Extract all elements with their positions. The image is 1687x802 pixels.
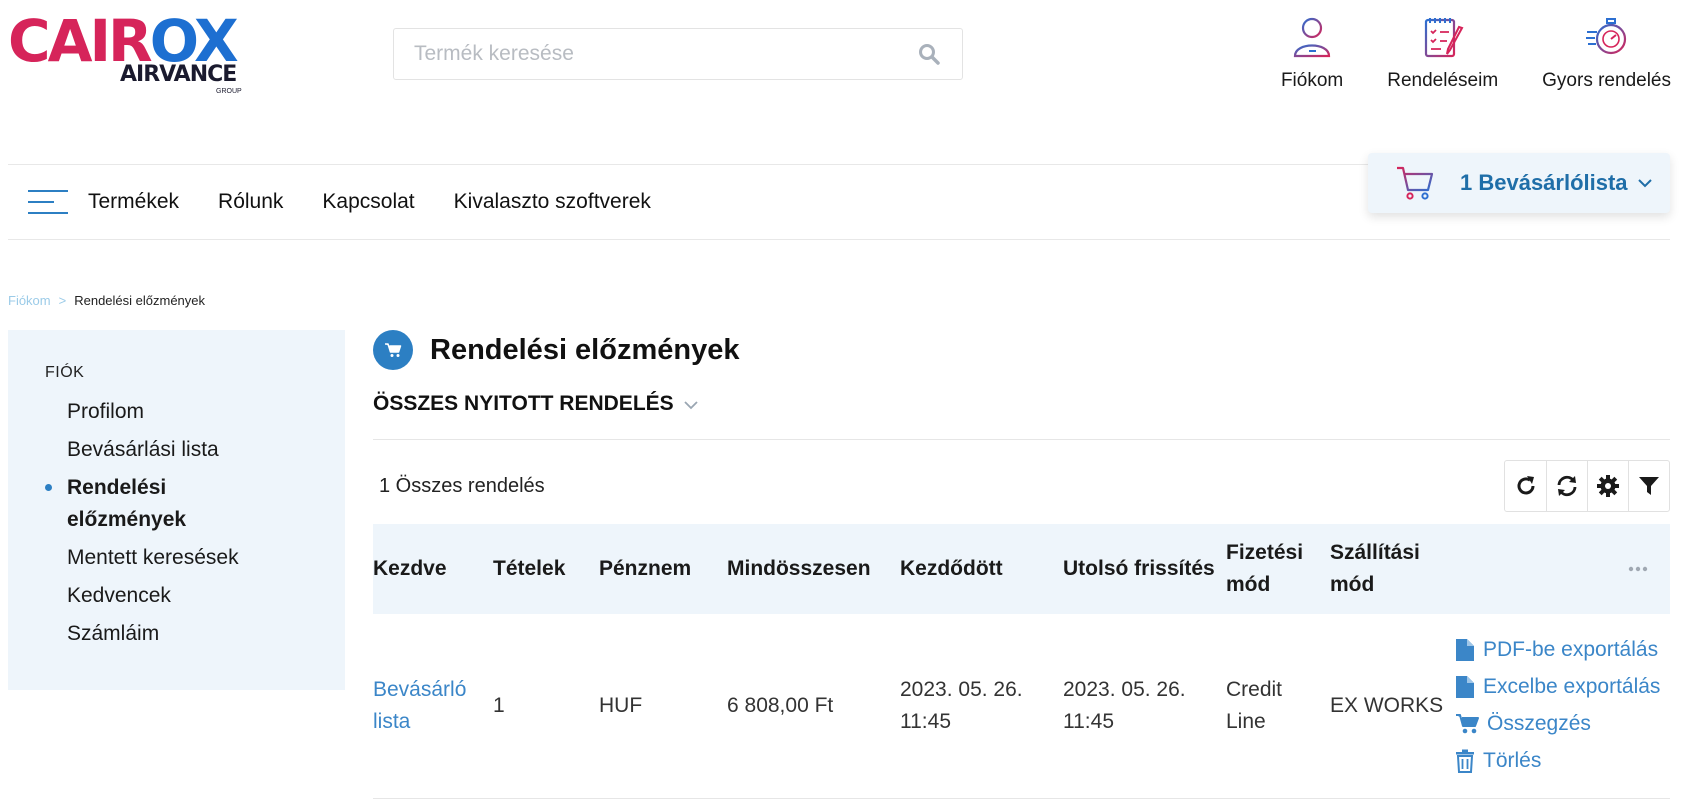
nav-link-contact[interactable]: Kapcsolat	[322, 190, 414, 214]
sidebar-item-saved-searches[interactable]: Mentett keresések	[45, 542, 345, 574]
logo-subtitle: AIRVANCE	[120, 62, 237, 87]
hamburger-icon[interactable]	[28, 190, 68, 214]
breadcrumb: Fiókom > Rendelési előzmények	[8, 293, 205, 308]
export-excel-link[interactable]: Excelbe exportálás	[1455, 671, 1660, 703]
cell-items: 1	[493, 693, 505, 717]
column-header[interactable]: Utolsó frissítés	[1063, 524, 1226, 614]
cell-currency: HUF	[599, 693, 643, 717]
export-pdf-link[interactable]: PDF-be exportálás	[1455, 634, 1660, 666]
shopping-list-label: 1 Bevásárlólista	[1460, 170, 1628, 195]
search-input[interactable]	[414, 42, 916, 66]
breadcrumb-account[interactable]: Fiókom	[8, 293, 51, 308]
search-bar	[393, 28, 963, 80]
cell-payment-method: Credit Line	[1226, 677, 1283, 733]
delete-link[interactable]: Törlés	[1455, 745, 1660, 777]
cell-total: 6 808,00 Ft	[727, 693, 834, 717]
sync-icon	[1557, 475, 1577, 497]
row-actions: PDF-be exportálás Excelbe exportálás Öss…	[1455, 634, 1660, 777]
sync-button[interactable]	[1546, 461, 1587, 511]
column-header[interactable]: Szállítási mód	[1330, 524, 1455, 614]
column-header[interactable]: Tételek	[493, 524, 599, 614]
breadcrumb-separator: >	[58, 293, 67, 308]
my-orders-link[interactable]: Rendeléseim	[1387, 14, 1498, 92]
quick-order-link[interactable]: Gyors rendelés	[1542, 14, 1671, 92]
refresh-button[interactable]	[1505, 461, 1546, 511]
cart-icon	[1456, 714, 1479, 734]
brand-logo[interactable]: CAIROX AIRVANCE GROUP	[8, 12, 248, 98]
sidebar-item-shopping-list[interactable]: Bevásárlási lista	[45, 434, 345, 466]
table-toolbar	[1504, 460, 1670, 512]
filter-button[interactable]	[1628, 461, 1669, 511]
column-options	[1455, 524, 1670, 614]
refresh-icon	[1517, 476, 1534, 495]
nav-link-about[interactable]: Rólunk	[218, 190, 283, 214]
open-orders-dropdown[interactable]: ÖSSZES NYITOTT RENDELÉS	[373, 392, 1670, 440]
table-header-row: Kezdve Tételek Pénznem Mindösszesen Kezd…	[373, 524, 1670, 614]
column-header[interactable]: Fizetési mód	[1226, 524, 1330, 614]
account-label: Fiókom	[1280, 70, 1344, 91]
account-link[interactable]: Fiókom	[1281, 14, 1343, 92]
summary-label: Összegzés	[1487, 712, 1591, 736]
table-row: Bevásárló lista 1 HUF 6 808,00 Ft 2023. …	[373, 614, 1670, 798]
file-icon	[1456, 676, 1474, 699]
filter-icon	[1639, 477, 1659, 495]
cell-started: 2023. 05. 26. 11:45	[900, 677, 1023, 733]
breadcrumb-current: Rendelési előzmények	[74, 293, 206, 308]
orders-table: Kezdve Tételek Pénznem Mindösszesen Kezd…	[373, 524, 1670, 799]
delete-label: Törlés	[1483, 749, 1542, 773]
cart-badge-icon	[373, 330, 413, 370]
order-count: 1 Összes rendelés	[379, 474, 545, 497]
nav-link-products[interactable]: Termékek	[88, 190, 179, 214]
user-icon	[1293, 17, 1331, 58]
order-name-link[interactable]: Bevásárló lista	[373, 678, 466, 733]
settings-gear-icon	[1597, 475, 1619, 497]
logo-group: GROUP	[216, 88, 242, 95]
column-header[interactable]: Mindösszesen	[727, 524, 900, 614]
summary-link[interactable]: Összegzés	[1455, 708, 1660, 740]
account-sidebar: FIÓK Profilom Bevásárlási lista Rendelés…	[8, 330, 345, 690]
sidebar-menu: Profilom Bevásárlási lista Rendelési elő…	[45, 396, 345, 650]
sidebar-heading: FIÓK	[45, 364, 85, 381]
search-icon[interactable]	[916, 41, 942, 67]
header-actions: Fiókom Rendeléseim Gyors rendelés	[1237, 14, 1671, 92]
sidebar-item-invoices[interactable]: Számláim	[45, 618, 345, 650]
column-header[interactable]: Kezdve	[373, 524, 493, 614]
more-options-icon[interactable]	[1455, 566, 1660, 572]
stopwatch-icon	[1585, 18, 1626, 55]
export-pdf-label: PDF-be exportálás	[1483, 638, 1659, 662]
settings-button[interactable]	[1587, 461, 1628, 511]
nav-link-selector-software[interactable]: Kivalaszto szoftverek	[454, 190, 651, 214]
cell-shipping-method: EX WORKS	[1330, 693, 1444, 717]
chevron-down-icon	[1637, 179, 1652, 188]
sidebar-item-favourites[interactable]: Kedvencek	[45, 580, 345, 612]
cell-last-updated: 2023. 05. 26. 11:45	[1063, 677, 1186, 733]
file-icon	[1456, 639, 1474, 662]
column-header[interactable]: Pénznem	[599, 524, 727, 614]
page-title-row: Rendelési előzmények	[373, 330, 1670, 370]
trash-icon	[1456, 749, 1474, 774]
table-toolbar-row: 1 Összes rendelés	[373, 460, 1670, 512]
sidebar-item-profile[interactable]: Profilom	[45, 396, 345, 428]
shopping-list-button[interactable]: 1 Bevásárlólista	[1368, 153, 1670, 213]
main-content: Rendelési előzmények ÖSSZES NYITOTT REND…	[373, 330, 1670, 799]
chevron-down-icon	[684, 401, 698, 410]
column-header[interactable]: Kezdődött	[900, 524, 1063, 614]
section-title: ÖSSZES NYITOTT RENDELÉS	[373, 392, 674, 415]
orders-clipboard-icon	[1424, 18, 1464, 58]
my-orders-label: Rendeléseim	[1387, 70, 1499, 91]
export-excel-label: Excelbe exportálás	[1483, 675, 1661, 699]
sidebar-item-order-history[interactable]: Rendelési előzmények	[45, 472, 225, 536]
quick-order-label: Gyors rendelés	[1542, 70, 1671, 91]
main-navigation: Termékek Rólunk Kapcsolat Kivalaszto szo…	[8, 153, 1670, 240]
cart-icon	[1397, 166, 1434, 200]
page-title: Rendelési előzmények	[430, 333, 740, 366]
